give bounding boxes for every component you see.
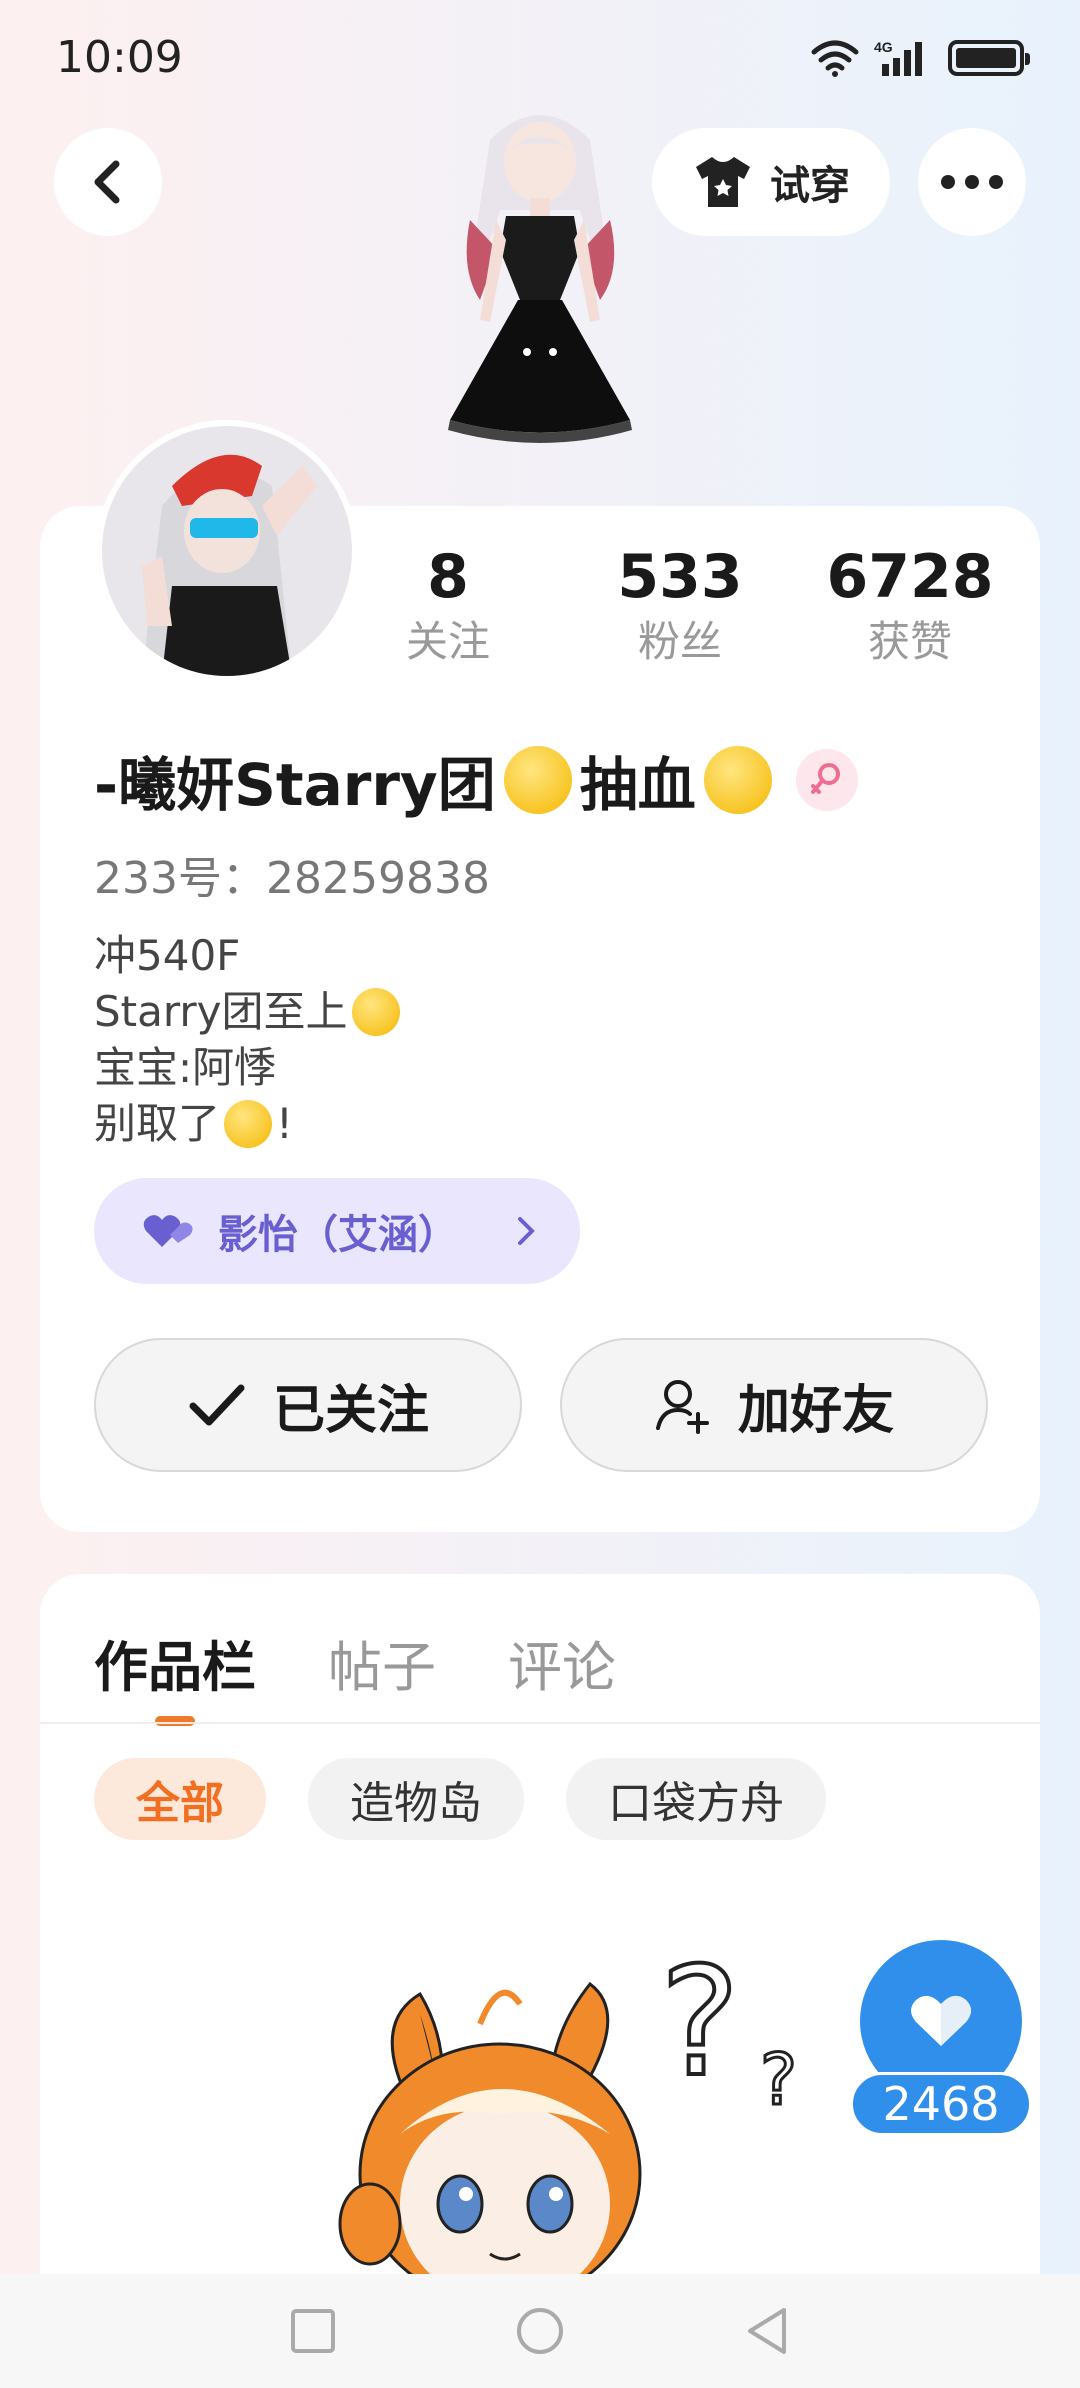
signal-icon: 4G: [874, 39, 922, 76]
checkmark-icon: [189, 1384, 245, 1426]
content-tabs: 作品栏 帖子 评论: [94, 1614, 616, 1710]
avatar[interactable]: [96, 420, 358, 682]
female-gender-icon: [795, 749, 858, 811]
network-type: 4G: [874, 39, 893, 55]
relationship-tag[interactable]: 影怡（艾涵）: [94, 1178, 580, 1284]
try-on-button[interactable]: 试穿: [652, 128, 890, 236]
tab-comments[interactable]: 评论: [508, 1614, 616, 1710]
bio-line: Starry团至上: [94, 987, 348, 1036]
recent-apps-icon[interactable]: [290, 2308, 336, 2354]
bio-line: 别取了: [94, 1099, 221, 1148]
nickname-part1: -曦妍Starry团: [94, 751, 496, 819]
stat-following[interactable]: 8 关注: [348, 540, 548, 670]
filter-pocket-ark[interactable]: 口袋方舟: [566, 1758, 826, 1840]
tab-divider: [40, 1722, 1040, 1724]
add-friend-button[interactable]: 加好友: [560, 1338, 988, 1472]
filter-chips: 全部 造物岛 口袋方舟: [94, 1758, 826, 1840]
relationship-label: 影怡（艾涵）: [218, 1212, 458, 1258]
try-on-label: 试穿: [770, 163, 850, 209]
add-user-icon: [655, 1380, 709, 1434]
likes-received-label: 获赞: [867, 617, 952, 666]
user-id: 233号：28259838: [94, 853, 490, 904]
nickname: -曦妍Starry团 抽血: [94, 740, 858, 820]
battery-icon: [948, 39, 1030, 76]
svg-text:?: ?: [660, 1954, 740, 2110]
fans-count: 533: [617, 542, 743, 612]
wifi-icon: [811, 40, 859, 77]
hand-over-mouth-emoji-icon: [351, 988, 400, 1036]
chevron-right-icon: [518, 1217, 535, 1245]
more-dots-icon: [941, 175, 1003, 189]
holding-back-tears-emoji-icon: [224, 1100, 273, 1148]
avatar-image: [102, 426, 352, 676]
following-label: 关注: [405, 617, 490, 666]
tab-posts[interactable]: 帖子: [328, 1614, 436, 1710]
tshirt-icon: [696, 157, 750, 207]
filter-all[interactable]: 全部: [94, 1758, 266, 1840]
heart-icon: [911, 1995, 971, 2046]
stat-likes[interactable]: 6728 获赞: [810, 540, 1010, 670]
svg-text:?: ?: [760, 2039, 797, 2121]
filter-creation-island[interactable]: 造物岛: [308, 1758, 524, 1840]
bio: 冲540F Starry团至上 宝宝:阿悸 别取了 !: [94, 928, 400, 1152]
likes-received-count: 6728: [826, 542, 994, 612]
woozy-face-emoji-icon: [703, 746, 772, 814]
followed-button[interactable]: 已关注: [94, 1338, 522, 1472]
avatar-character-illustration: [420, 115, 660, 520]
bio-line: 宝宝:阿悸: [94, 1043, 277, 1092]
back-triangle-icon[interactable]: [744, 2306, 790, 2356]
home-icon[interactable]: [515, 2306, 565, 2356]
tab-works[interactable]: 作品栏: [94, 1614, 256, 1710]
double-heart-icon: [143, 1215, 193, 1247]
following-count: 8: [427, 542, 469, 612]
followed-label: 已关注: [272, 1380, 429, 1441]
status-time: 10:09: [56, 32, 183, 83]
system-nav-bar: [0, 2274, 1080, 2388]
nickname-part2: 抽血: [579, 751, 696, 819]
status-icons: 4G: [810, 38, 1030, 78]
fans-label: 粉丝: [637, 617, 722, 666]
add-friend-label: 加好友: [737, 1380, 894, 1441]
like-count[interactable]: 2468: [850, 2072, 1032, 2136]
hand-over-mouth-emoji-icon: [503, 746, 572, 814]
more-button[interactable]: [918, 128, 1026, 236]
bio-line: 冲540F: [94, 931, 241, 980]
stat-fans[interactable]: 533 粉丝: [580, 540, 780, 670]
bio-suffix: !: [276, 1099, 293, 1148]
chevron-left-icon: [94, 160, 120, 204]
back-button[interactable]: [54, 128, 162, 236]
status-bar: 10:09 4G: [0, 0, 1080, 115]
